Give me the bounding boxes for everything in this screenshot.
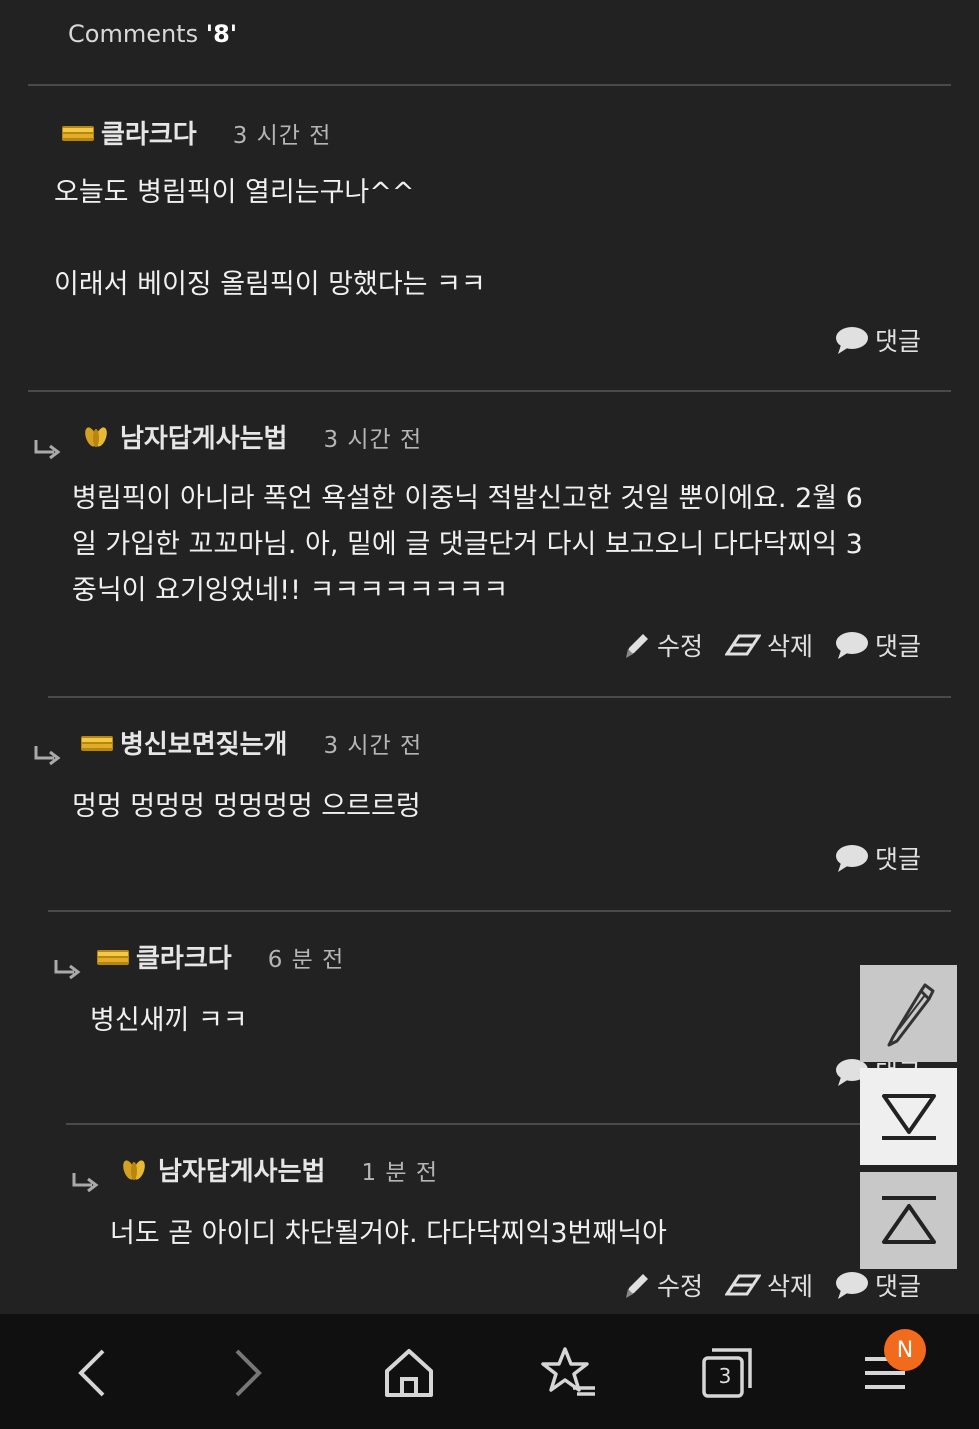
speech-bubble-icon [835,1272,868,1299]
reply-button[interactable]: 댓글 [835,322,921,358]
gold-bar-badge-icon [97,949,129,965]
edit-label: 수정 [656,1272,703,1301]
comment-author[interactable]: 클라크다 [101,114,197,151]
gold-bar-badge-icon [62,125,94,141]
comment-actions: 수정 삭제 댓글 [601,1267,921,1303]
scroll-up-icon [881,1195,936,1244]
reply-label: 댓글 [874,1272,921,1301]
reply-arrow-icon [54,960,81,980]
write-comment-button[interactable] [860,965,957,1062]
browser-bottom-bar: 3 [0,1314,979,1429]
forward-button[interactable] [214,1338,284,1408]
edit-button[interactable]: 수정 [623,627,703,663]
comment-actions: 댓글 [813,840,921,876]
pencil-icon [887,983,934,1046]
pencil-icon [625,634,648,658]
comment-author[interactable]: 남자답게사는법 [120,418,287,455]
pencil-icon [625,1274,648,1298]
comment-divider [48,910,951,912]
comment-author[interactable]: 클라크다 [136,938,232,975]
comment-time: 3 시간 전 [323,426,423,453]
reply-label: 댓글 [874,632,921,661]
speech-bubble-icon [835,845,868,872]
comment: 병신보면짖는개 3 시간 전 멍멍 멍멍멍 멍멍멍멍 으르르렁 댓글 [34,696,951,910]
comment-time: 6 분 전 [267,946,345,973]
chevron-left-icon [78,1349,105,1397]
comment-time: 1 분 전 [361,1159,439,1186]
eraser-icon [724,634,761,656]
comment-text: 병신새끼 ㅋㅋ [90,1005,248,1036]
comment-divider [28,390,951,392]
comments-header: Comments '8' [68,20,237,48]
scroll-down-icon [881,1093,936,1140]
delete-button[interactable]: 삭제 [724,1267,813,1303]
eraser-icon [724,1274,761,1296]
edit-label: 수정 [656,632,703,661]
comment-meta: 남자답게사는법 3 시간 전 [80,418,422,455]
comment-actions: 댓글 [813,322,921,358]
gold-bar-badge-icon [81,735,113,751]
comment-author[interactable]: 병신보면짖는개 [120,724,287,761]
tabs-icon: 3 [700,1346,754,1400]
comment: 남자답게사는법 3 시간 전 병림픽이 아니라 폭언 욕설한 이중닉 적발신고한… [28,390,951,696]
reply-label: 댓글 [874,845,921,874]
comment-text: 병림픽이 아니라 폭언 욕설한 이중닉 적발신고한 것일 뿐이에요. 2월 6 … [72,483,863,606]
reply-arrow-icon [72,1173,99,1193]
reply-label: 댓글 [874,327,921,356]
reply-arrow-icon [34,440,61,460]
comment: 클라크다 3 시간 전 오늘도 병림픽이 열리는구나^^ 이래서 베이징 올림픽… [28,86,951,390]
reply-button[interactable]: 댓글 [835,627,921,663]
chevron-right-icon [235,1349,262,1397]
home-icon [385,1349,433,1397]
comment-author[interactable]: 남자답게사는법 [158,1151,325,1188]
gold-wheat-badge-icon [123,1159,145,1180]
speech-bubble-icon [835,632,868,659]
scroll-up-button[interactable] [860,1172,957,1269]
comment-text: 멍멍 멍멍멍 멍멍멍멍 으르르렁 [72,791,421,822]
reply-arrow-icon [34,746,61,766]
comment-text: 너도 곧 아이디 차단될거야. 다다닥찌익3번째닉아 [110,1218,667,1249]
comment-meta: 클라크다 3 시간 전 [61,114,331,151]
comments-label: Comments [68,20,206,48]
comment-meta: 클라크다 6 분 전 [96,938,344,975]
comment-text: 오늘도 병림픽이 열리는구나^^ 이래서 베이징 올림픽이 망했다는 ㅋㅋ [54,177,486,300]
comment-meta: 병신보면짖는개 3 시간 전 [80,724,422,761]
delete-button[interactable]: 삭제 [724,627,813,663]
tabs-button[interactable]: 3 [692,1338,762,1408]
speech-bubble-icon [835,327,868,354]
bookmarks-button[interactable] [534,1338,604,1408]
home-button[interactable] [374,1338,444,1408]
comment: 남자답게사는법 1 분 전 너도 곧 아이디 차단될거야. 다다닥찌익3번째닉아… [66,1123,951,1314]
comment-divider [66,1123,951,1125]
gold-wheat-badge-icon [85,426,107,447]
comment-divider [48,696,951,698]
reply-button[interactable]: 댓글 [835,1267,921,1303]
edit-button[interactable]: 수정 [623,1267,703,1303]
scroll-down-button[interactable] [860,1068,957,1165]
comment-time: 3 시간 전 [323,732,423,759]
tabs-count: 3 [718,1364,732,1388]
delete-label: 삭제 [766,632,813,661]
back-button[interactable] [56,1338,126,1408]
comments-count: '8' [205,20,238,48]
notification-badge: N [884,1329,926,1371]
reply-button[interactable]: 댓글 [835,840,921,876]
comment: 클라크다 6 분 전 병신새끼 ㅋㅋ 댓글 [48,910,951,1123]
delete-label: 삭제 [766,1272,813,1301]
comment-time: 3 시간 전 [232,122,332,149]
star-list-icon [541,1347,595,1396]
comment-actions: 수정 삭제 댓글 [601,627,921,663]
comment-meta: 남자답게사는법 1 분 전 [118,1151,438,1188]
